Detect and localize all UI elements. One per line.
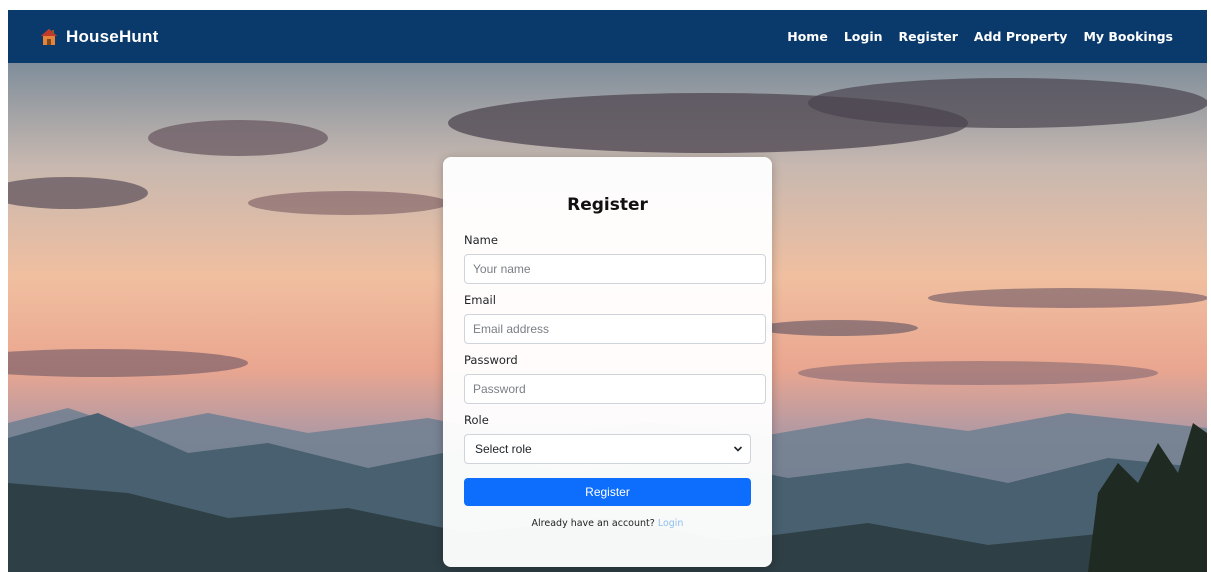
password-label: Password bbox=[464, 353, 518, 367]
nav-login[interactable]: Login bbox=[844, 29, 883, 44]
register-card: Register Name Email Password Role Select… bbox=[443, 157, 772, 567]
nav-add-property[interactable]: Add Property bbox=[974, 29, 1068, 44]
chevron-down-icon bbox=[733, 446, 743, 452]
name-input[interactable] bbox=[464, 254, 766, 284]
nav-home[interactable]: Home bbox=[787, 29, 828, 44]
email-label: Email bbox=[464, 293, 496, 307]
login-prompt-text: Already have an account? bbox=[531, 518, 655, 529]
email-input[interactable] bbox=[464, 314, 766, 344]
role-label: Role bbox=[464, 413, 489, 427]
brand[interactable]: HouseHunt bbox=[40, 27, 158, 47]
nav-links: Home Login Register Add Property My Book… bbox=[787, 29, 1173, 44]
register-button[interactable]: Register bbox=[464, 478, 751, 506]
login-link[interactable]: Login bbox=[658, 518, 684, 529]
password-input[interactable] bbox=[464, 374, 766, 404]
login-prompt: Already have an account? Login bbox=[464, 518, 751, 529]
house-icon bbox=[41, 28, 57, 45]
form-title: Register bbox=[567, 195, 648, 215]
app-frame: HouseHunt Home Login Register Add Proper… bbox=[8, 10, 1207, 572]
brand-name: HouseHunt bbox=[66, 26, 159, 46]
role-select-value: Select role bbox=[464, 434, 751, 464]
name-label: Name bbox=[464, 233, 498, 247]
role-select[interactable]: Select role bbox=[464, 434, 751, 464]
nav-register[interactable]: Register bbox=[899, 29, 958, 44]
top-navbar: HouseHunt Home Login Register Add Proper… bbox=[8, 10, 1207, 63]
nav-my-bookings[interactable]: My Bookings bbox=[1083, 29, 1173, 44]
